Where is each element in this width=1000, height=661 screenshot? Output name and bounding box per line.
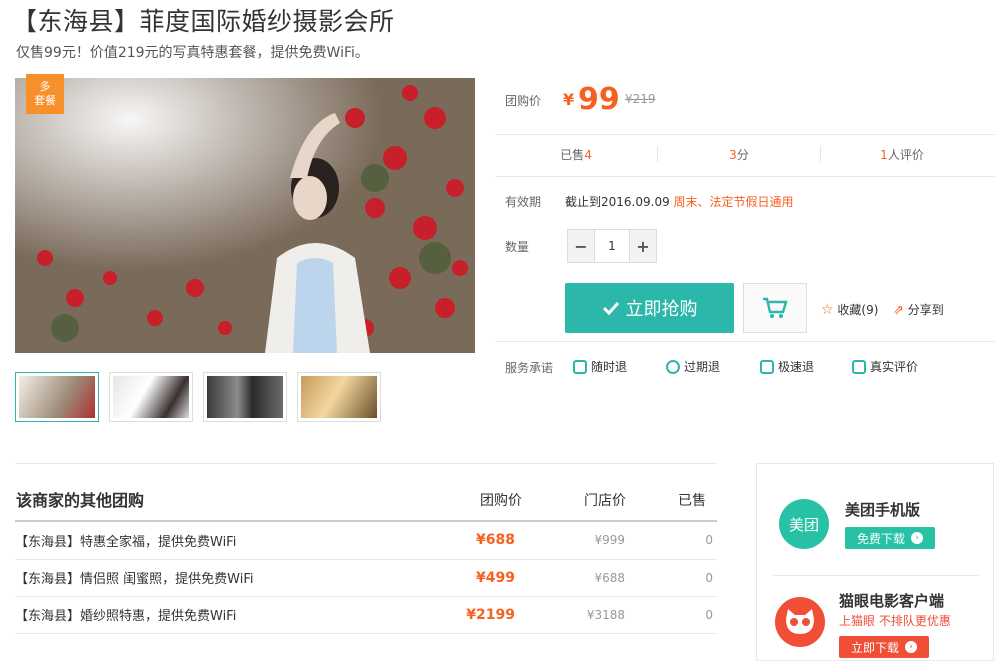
quantity-input[interactable]: 1: [594, 230, 630, 262]
thumbnail-2[interactable]: [109, 372, 193, 422]
validity-label: 有效期: [505, 195, 542, 209]
deal-store-price: ¥3188: [515, 596, 625, 634]
add-to-cart-button[interactable]: [743, 283, 807, 333]
meituan-app-icon: 美团: [779, 499, 829, 549]
thumbnail-1[interactable]: [15, 372, 99, 422]
service-fast-refund: 极速退: [760, 358, 814, 375]
favorite-button[interactable]: ☆ 收藏(9): [821, 301, 878, 318]
divider: [495, 176, 995, 177]
app-download-panel: 美团 美团手机版 免费下载 › 猫眼电影客户端 上猫眼 不排队更优惠 立即下载 …: [756, 463, 994, 661]
deal-name[interactable]: 【东海县】婚纱照特惠，提供免费WiFi: [15, 596, 455, 634]
arrow-right-icon: ›: [905, 641, 917, 653]
share-button[interactable]: ⇗ 分享到: [893, 301, 944, 318]
deal-name[interactable]: 【东海县】特惠全家福，提供免费WiFi: [15, 522, 455, 560]
table-row[interactable]: 【东海县】特惠全家福，提供免费WiFi ¥688 ¥999 0: [15, 522, 717, 560]
service-real-reviews: 真实评价: [852, 358, 918, 375]
table-row[interactable]: 【东海县】情侣照 闺蜜照，提供免费WiFi ¥499 ¥688 0: [15, 559, 717, 597]
reviews-stat[interactable]: 1人评价: [821, 146, 983, 163]
deal-sold: 0: [625, 559, 717, 597]
maoyan-app-icon: [775, 597, 825, 647]
arrow-right-icon: ›: [911, 532, 923, 544]
column-group-price: 团购价: [480, 493, 522, 509]
real-reviews-icon: [852, 359, 866, 374]
share-icon: ⇗: [893, 303, 904, 318]
page-subtitle: 仅售99元！价值219元的写真特惠套餐，提供免费WiFi。: [16, 45, 369, 61]
price-label: 团购价: [505, 94, 542, 108]
divider: [495, 341, 995, 342]
buy-now-button[interactable]: 立即抢购: [565, 283, 734, 333]
refund-expired-icon: [666, 359, 680, 374]
meituan-app-title: 美团手机版: [845, 501, 921, 519]
service-refund-anytime: 随时退: [573, 358, 627, 375]
maoyan-download-button[interactable]: 立即下载 ›: [839, 636, 929, 658]
original-price: ¥219: [625, 92, 656, 106]
cat-icon: [786, 609, 814, 634]
deal-sold: 0: [625, 596, 717, 634]
main-deal-image[interactable]: [15, 78, 475, 353]
deal-sold: 0: [625, 522, 717, 560]
service-refund-expired: 过期退: [666, 358, 720, 375]
column-store-price: 门店价: [584, 493, 626, 509]
maoyan-app-subtitle: 上猫眼 不排队更优惠: [839, 614, 951, 628]
quantity-plus-button[interactable]: +: [630, 230, 656, 262]
sold-stat: 已售4: [560, 148, 592, 162]
meituan-download-button[interactable]: 免费下载 ›: [845, 527, 935, 549]
refund-anytime-icon: [573, 359, 587, 374]
quantity-label: 数量: [505, 240, 530, 254]
column-sold: 已售: [678, 493, 706, 509]
group-price: 99: [578, 82, 620, 117]
deal-group-price: ¥499: [455, 559, 515, 597]
fast-refund-icon: [760, 359, 774, 374]
check-icon: [602, 301, 619, 315]
star-icon: ☆: [821, 302, 834, 318]
score-stat[interactable]: 3分: [658, 146, 820, 163]
thumbnail-strip: [15, 372, 381, 422]
deal-store-price: ¥688: [515, 559, 625, 597]
validity-value: 截止到2016.09.09 周末、法定节假日通用: [565, 195, 794, 209]
multi-package-badge: 多 套餐: [26, 74, 64, 114]
services-label: 服务承诺: [505, 361, 554, 375]
thumbnail-4[interactable]: [297, 372, 381, 422]
deal-name[interactable]: 【东海县】情侣照 闺蜜照，提供免费WiFi: [15, 559, 455, 597]
table-row[interactable]: 【东海县】婚纱照特惠，提供免费WiFi ¥2199 ¥3188 0: [15, 596, 717, 634]
deal-group-price: ¥688: [455, 522, 515, 560]
cart-icon: [763, 297, 788, 318]
thumbnail-3[interactable]: [203, 372, 287, 422]
page-title: 【东海县】菲度国际婚纱摄影会所: [12, 7, 395, 36]
maoyan-app-title: 猫眼电影客户端: [839, 592, 945, 610]
divider: [15, 463, 717, 464]
validity-note: 周末、法定节假日通用: [673, 195, 794, 209]
quantity-minus-button[interactable]: −: [568, 230, 594, 262]
other-deals-table: 【东海县】特惠全家福，提供免费WiFi ¥688 ¥999 0 【东海县】情侣照…: [15, 522, 717, 634]
deal-store-price: ¥999: [515, 522, 625, 560]
other-deals-title: 该商家的其他团购: [16, 491, 145, 510]
quantity-stepper: − 1 +: [567, 229, 657, 263]
divider: [495, 134, 995, 135]
price-currency: ¥: [563, 90, 575, 109]
deal-group-price: ¥2199: [455, 596, 515, 634]
divider: [773, 575, 979, 576]
